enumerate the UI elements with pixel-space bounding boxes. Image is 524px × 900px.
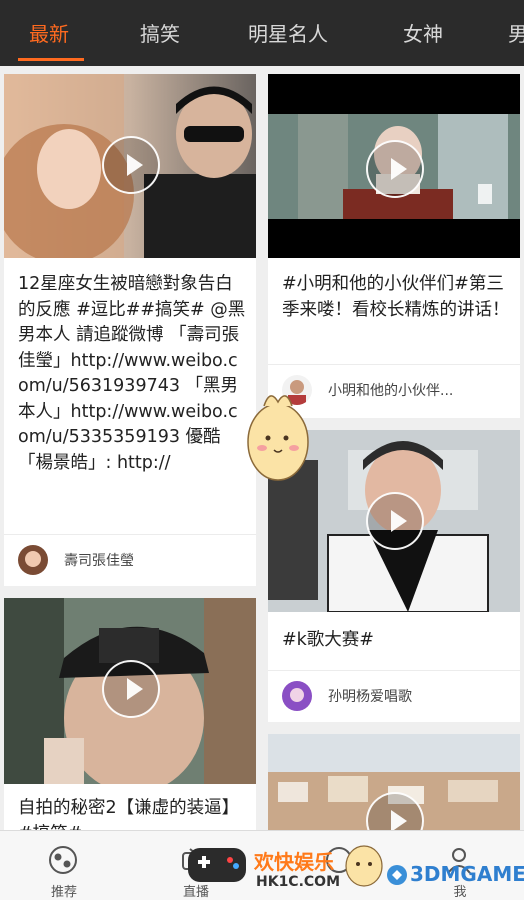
author-name[interactable]: 小明和他的小伙伴... <box>328 380 453 400</box>
video-description: 12星座女生被暗戀對象告白的反應 #逗比##搞笑# @黑男本人 請追蹤微博 「壽… <box>18 274 246 473</box>
author-row[interactable]: 壽司張佳瑩 <box>4 534 256 584</box>
avatar[interactable] <box>282 681 312 711</box>
avatar[interactable] <box>18 545 48 575</box>
play-icon[interactable] <box>366 140 424 198</box>
tab-goddess[interactable]: 女神 <box>403 18 443 47</box>
video-description: #小明和他的小伙伴们#第三季来喽！看校长精炼的讲话！ <box>282 274 510 320</box>
author-name[interactable]: 孙明杨爱唱歌 <box>328 686 412 706</box>
watermark-site-url: HK1C.COM <box>256 874 341 890</box>
play-icon[interactable] <box>102 136 160 194</box>
video-card-left-1[interactable]: 12星座女生被暗戀對象告白的反應 #逗比##搞笑# @黑男本人 請追蹤微博 「壽… <box>4 74 256 586</box>
author-name[interactable]: 壽司張佳瑩 <box>64 550 134 570</box>
video-thumbnail[interactable] <box>4 74 256 258</box>
video-thumbnail[interactable] <box>4 598 256 784</box>
nav-item-recommend[interactable]: 推荐 <box>24 831 104 900</box>
video-thumbnail[interactable] <box>268 74 520 258</box>
mascot-watermark <box>238 382 318 492</box>
author-row[interactable]: 孙明杨爱唱歌 <box>268 670 520 720</box>
video-description: #k歌大赛# <box>282 630 374 650</box>
watermark-brand: 3DMGAME <box>410 862 524 886</box>
tab-latest[interactable]: 最新 <box>29 18 69 47</box>
watermark-site-name: 欢快娱乐 <box>254 850 334 874</box>
play-icon[interactable] <box>366 492 424 550</box>
play-icon[interactable] <box>102 660 160 718</box>
brand-logo-icon <box>386 864 408 886</box>
category-tab-bar: 最新 搞笑 明星名人 女神 男 <box>0 0 524 66</box>
recommend-icon <box>48 845 78 875</box>
nav-label: 推荐 <box>50 885 77 900</box>
video-description: 自拍的秘密2【谦虚的装逼】#搞笑# <box>18 798 240 830</box>
active-tab-indicator <box>18 58 84 61</box>
mascot-watermark-small <box>342 838 386 888</box>
video-card-right-1[interactable]: #小明和他的小伙伴们#第三季来喽！看校长精炼的讲话！ 小明和他的小伙伴... <box>268 74 520 418</box>
tab-male[interactable]: 男 <box>508 18 524 47</box>
gamepad-watermark-icon <box>184 838 250 894</box>
tab-celebrities[interactable]: 明星名人 <box>248 18 328 47</box>
video-card-right-3[interactable] <box>268 734 520 830</box>
video-card-left-2[interactable]: 自拍的秘密2【谦虚的装逼】#搞笑# <box>4 598 256 830</box>
tab-funny[interactable]: 搞笑 <box>140 18 180 47</box>
video-thumbnail[interactable] <box>268 734 520 830</box>
